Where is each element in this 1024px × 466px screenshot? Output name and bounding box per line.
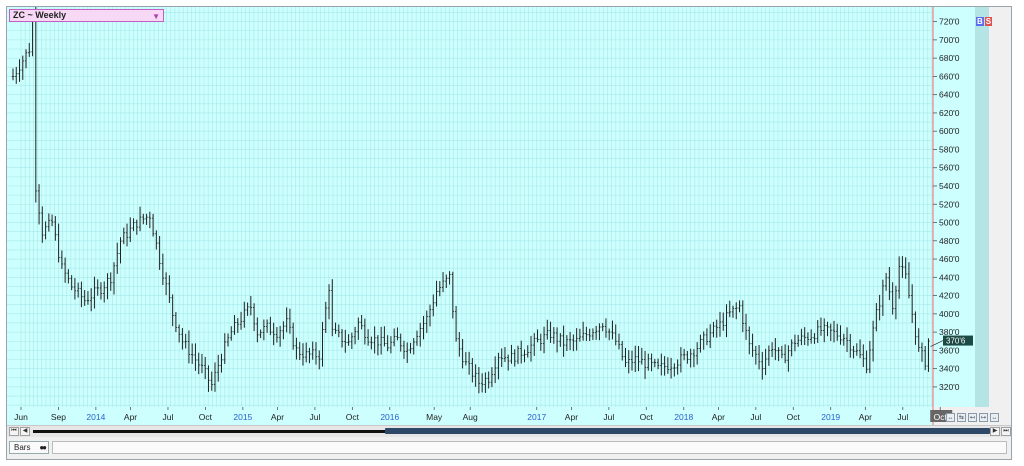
x-tick-label: Jul <box>603 412 614 422</box>
y-tick-label: 460'0 <box>939 254 960 264</box>
y-tick-label: 360'0 <box>939 345 960 355</box>
y-tick-label: 640'0 <box>939 90 960 100</box>
x-tick-label: May <box>426 412 443 422</box>
dropdown-arrow-icon[interactable]: ▼ <box>152 11 160 22</box>
y-tick-label: 440'0 <box>939 272 960 282</box>
x-tick-label: Apr <box>124 412 137 422</box>
x-tick-label: 2017 <box>527 412 546 422</box>
chart-window: 370'6 320'0 340'0 360'0 380'0 400'0 420'0 440'… <box>6 6 1012 460</box>
y-tick-label: 480'0 <box>939 236 960 246</box>
x-tick-label: Apr <box>859 412 872 422</box>
y-tick-label: 680'0 <box>939 53 960 63</box>
symbol-selector[interactable]: ZC ~ Weekly ▼ <box>9 9 164 22</box>
x-tick-label: Aug <box>463 412 478 422</box>
buy-badge[interactable]: B <box>976 17 984 26</box>
x-tick-label: Apr <box>565 412 578 422</box>
sell-badge[interactable]: S <box>984 17 993 26</box>
status-bar: Bars ●● <box>7 439 1011 457</box>
y-tick-label: 500'0 <box>939 218 960 228</box>
y-tick-label: 620'0 <box>939 108 960 118</box>
x-tick-label: Jul <box>897 412 908 422</box>
zoom-in-icon[interactable]: ⇆ <box>957 413 966 422</box>
last-price-tag-text: 370'6 <box>946 337 966 346</box>
y-tick-label: 580'0 <box>939 144 960 154</box>
y-tick-label: 560'0 <box>939 163 960 173</box>
y-tick-label: 520'0 <box>939 199 960 209</box>
scroll-prev-icon[interactable]: ◀ <box>20 427 30 436</box>
y-tick-label: 340'0 <box>939 364 960 374</box>
x-tick-label: 2015 <box>233 412 252 422</box>
scroll-track[interactable] <box>33 430 385 433</box>
buy-sell-badge[interactable]: B S <box>976 17 993 26</box>
x-tick-label: Jun <box>14 412 28 422</box>
scroll-last-icon[interactable]: ⏭ <box>1001 427 1011 436</box>
x-tick-label: Apr <box>712 412 725 422</box>
price-chart[interactable]: 370'6 320'0 340'0 360'0 380'0 400'0 420'0 440'… <box>7 7 1011 425</box>
x-tick-label: 2019 <box>821 412 840 422</box>
chart-nav-buttons: ↔ ⇆ ↤ ↦ ↔ <box>946 413 999 422</box>
y-tick-label: 540'0 <box>939 181 960 191</box>
y-tick-label: 700'0 <box>939 35 960 45</box>
right-panel <box>975 7 989 407</box>
y-tick-label: 380'0 <box>939 327 960 337</box>
link-icon[interactable]: ●● <box>39 442 47 454</box>
x-tick-label: 2018 <box>674 412 693 422</box>
bars-tab-label: Bars <box>14 443 31 452</box>
horizontal-scrollbar[interactable]: ⏮ ◀ ▶ ⏭ <box>7 425 1011 437</box>
scroll-thumb[interactable] <box>385 428 990 434</box>
x-tick-label: Jul <box>163 412 174 422</box>
y-tick-label: 660'0 <box>939 71 960 81</box>
scroll-first-icon[interactable]: ⏮ <box>9 427 19 436</box>
y-tick-label: 320'0 <box>939 382 960 392</box>
y-tick-label: 720'0 <box>939 17 960 27</box>
x-tick-label: 2014 <box>86 412 105 422</box>
fit-icon[interactable]: ↔ <box>990 413 999 422</box>
zoom-out-icon[interactable]: ↔ <box>946 413 955 422</box>
x-tick-label: Oct <box>346 412 360 422</box>
x-tick-label: Sep <box>51 412 66 422</box>
scroll-left-icon[interactable]: ↤ <box>968 413 977 422</box>
x-tick-label: 2016 <box>380 412 399 422</box>
y-tick-label: 600'0 <box>939 126 960 136</box>
scroll-right-icon[interactable]: ↦ <box>979 413 988 422</box>
y-tick-label: 420'0 <box>939 291 960 301</box>
scroll-next-icon[interactable]: ▶ <box>990 427 1000 436</box>
x-tick-label: Oct <box>787 412 801 422</box>
x-tick-label: Oct <box>640 412 654 422</box>
bars-tab[interactable]: Bars ●● <box>9 441 49 454</box>
symbol-label: ZC ~ Weekly <box>13 10 67 20</box>
x-tick-label: Apr <box>271 412 284 422</box>
status-field <box>52 441 1007 454</box>
x-tick-label: Jul <box>750 412 761 422</box>
x-tick-label: Oct <box>199 412 213 422</box>
x-tick-label: Jul <box>309 412 320 422</box>
y-tick-label: 400'0 <box>939 309 960 319</box>
